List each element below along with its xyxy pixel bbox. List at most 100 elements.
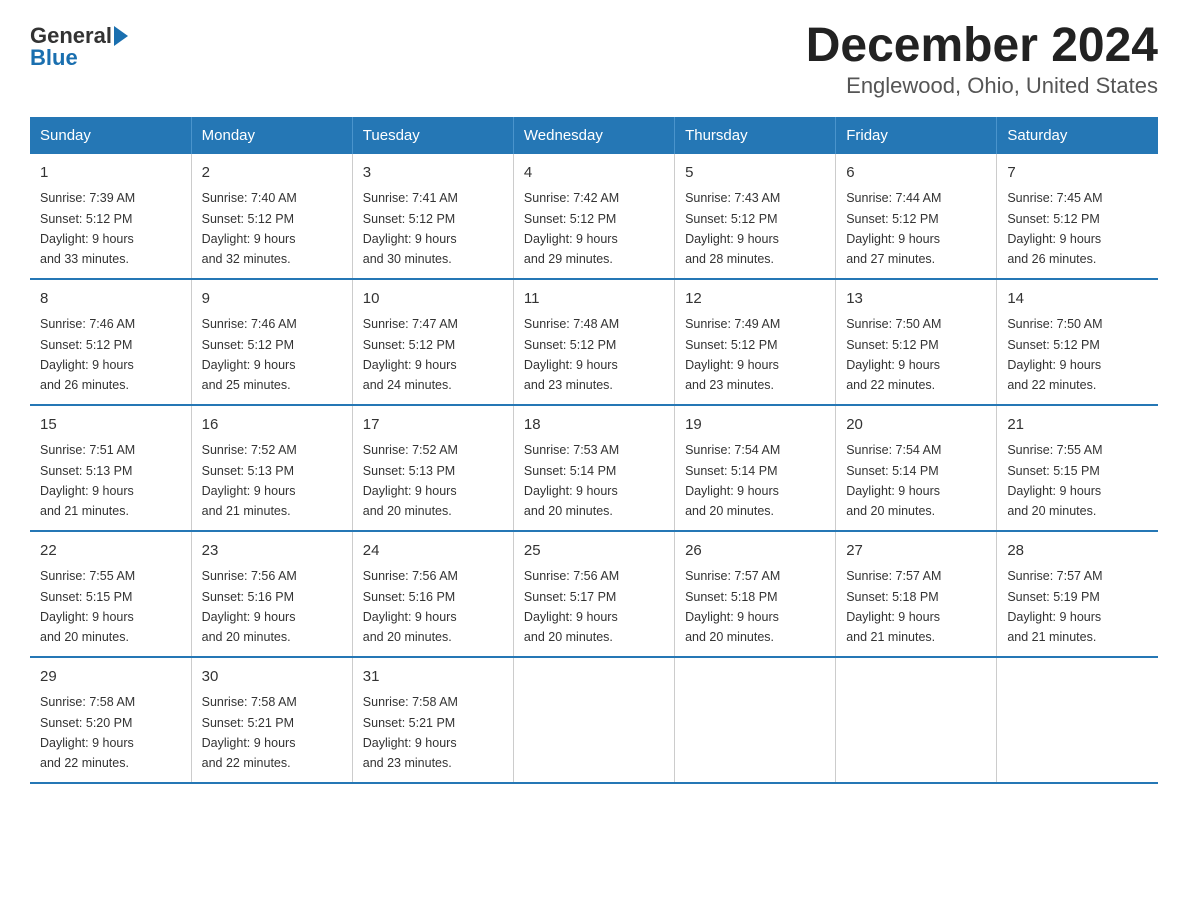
col-monday: Monday bbox=[191, 117, 352, 154]
day-info: Sunrise: 7:57 AMSunset: 5:18 PMDaylight:… bbox=[685, 569, 780, 644]
table-row: 12 Sunrise: 7:49 AMSunset: 5:12 PMDayligh… bbox=[675, 279, 836, 405]
calendar-week-row: 22Sunrise: 7:55 AMSunset: 5:15 PMDayligh… bbox=[30, 531, 1158, 657]
col-wednesday: Wednesday bbox=[513, 117, 674, 154]
day-info: Sunrise: 7:52 AMSunset: 5:13 PMDaylight:… bbox=[363, 443, 458, 518]
day-number: 23 bbox=[202, 540, 342, 563]
day-info: Sunrise: 7:40 AMSunset: 5:12 PMDaylight:… bbox=[202, 191, 297, 266]
calendar-week-row: 15 Sunrise: 7:51 AMSunset: 5:13 PMDayligh… bbox=[30, 405, 1158, 531]
calendar-week-row: 29 Sunrise: 7:58 AMSunset: 5:20 PMDayligh… bbox=[30, 657, 1158, 783]
day-number: 1 bbox=[40, 162, 181, 185]
day-number: 6 bbox=[846, 162, 986, 185]
table-row: 5 Sunrise: 7:43 AMSunset: 5:12 PMDaylight… bbox=[675, 154, 836, 279]
day-info: Sunrise: 7:58 AMSunset: 5:21 PMDaylight:… bbox=[363, 695, 458, 770]
day-number: 12 bbox=[685, 288, 825, 311]
day-number: 16 bbox=[202, 414, 342, 437]
table-row: 8 Sunrise: 7:46 AMSunset: 5:12 PMDaylight… bbox=[30, 279, 191, 405]
logo: General Blue bbox=[30, 20, 128, 70]
day-info: Sunrise: 7:56 AMSunset: 5:16 PMDaylight:… bbox=[202, 569, 297, 644]
day-number: 18 bbox=[524, 414, 664, 437]
calendar-title: December 2024 bbox=[806, 20, 1158, 73]
day-info: Sunrise: 7:51 AMSunset: 5:13 PMDaylight:… bbox=[40, 443, 135, 518]
day-info: Sunrise: 7:44 AMSunset: 5:12 PMDaylight:… bbox=[846, 191, 941, 266]
table-row: 7Sunrise: 7:45 AMSunset: 5:12 PMDaylight… bbox=[997, 154, 1158, 279]
table-row: 1 Sunrise: 7:39 AMSunset: 5:12 PMDaylight… bbox=[30, 154, 191, 279]
table-row: 22Sunrise: 7:55 AMSunset: 5:15 PMDayligh… bbox=[30, 531, 191, 657]
col-tuesday: Tuesday bbox=[352, 117, 513, 154]
day-number: 17 bbox=[363, 414, 503, 437]
day-number: 29 bbox=[40, 666, 181, 689]
day-info: Sunrise: 7:48 AMSunset: 5:12 PMDaylight:… bbox=[524, 317, 619, 392]
table-row bbox=[836, 657, 997, 783]
calendar-table: Sunday Monday Tuesday Wednesday Thursday… bbox=[30, 117, 1158, 784]
logo-general: General bbox=[30, 25, 112, 47]
day-info: Sunrise: 7:46 AMSunset: 5:12 PMDaylight:… bbox=[40, 317, 135, 392]
day-number: 14 bbox=[1007, 288, 1148, 311]
calendar-week-row: 8 Sunrise: 7:46 AMSunset: 5:12 PMDaylight… bbox=[30, 279, 1158, 405]
page-header: General Blue December 2024 Englewood, Oh… bbox=[30, 20, 1158, 99]
table-row: 28 Sunrise: 7:57 AMSunset: 5:19 PMDayligh… bbox=[997, 531, 1158, 657]
logo-arrow-icon bbox=[114, 26, 128, 46]
table-row: 15 Sunrise: 7:51 AMSunset: 5:13 PMDayligh… bbox=[30, 405, 191, 531]
table-row: 31 Sunrise: 7:58 AMSunset: 5:21 PMDayligh… bbox=[352, 657, 513, 783]
col-saturday: Saturday bbox=[997, 117, 1158, 154]
title-block: December 2024 Englewood, Ohio, United St… bbox=[806, 20, 1158, 99]
day-info: Sunrise: 7:47 AMSunset: 5:12 PMDaylight:… bbox=[363, 317, 458, 392]
table-row: 17 Sunrise: 7:52 AMSunset: 5:13 PMDayligh… bbox=[352, 405, 513, 531]
table-row: 20Sunrise: 7:54 AMSunset: 5:14 PMDayligh… bbox=[836, 405, 997, 531]
table-row bbox=[513, 657, 674, 783]
day-info: Sunrise: 7:57 AMSunset: 5:18 PMDaylight:… bbox=[846, 569, 941, 644]
day-info: Sunrise: 7:52 AMSunset: 5:13 PMDaylight:… bbox=[202, 443, 297, 518]
day-number: 5 bbox=[685, 162, 825, 185]
day-info: Sunrise: 7:57 AMSunset: 5:19 PMDaylight:… bbox=[1007, 569, 1102, 644]
table-row: 26 Sunrise: 7:57 AMSunset: 5:18 PMDayligh… bbox=[675, 531, 836, 657]
table-row: 29 Sunrise: 7:58 AMSunset: 5:20 PMDayligh… bbox=[30, 657, 191, 783]
day-info: Sunrise: 7:55 AMSunset: 5:15 PMDaylight:… bbox=[40, 569, 135, 644]
table-row: 3 Sunrise: 7:41 AMSunset: 5:12 PMDaylight… bbox=[352, 154, 513, 279]
day-info: Sunrise: 7:55 AMSunset: 5:15 PMDaylight:… bbox=[1007, 443, 1102, 518]
table-row: 23 Sunrise: 7:56 AMSunset: 5:16 PMDayligh… bbox=[191, 531, 352, 657]
calendar-subtitle: Englewood, Ohio, United States bbox=[806, 73, 1158, 99]
day-number: 26 bbox=[685, 540, 825, 563]
table-row: 25 Sunrise: 7:56 AMSunset: 5:17 PMDayligh… bbox=[513, 531, 674, 657]
table-row: 19 Sunrise: 7:54 AMSunset: 5:14 PMDayligh… bbox=[675, 405, 836, 531]
table-row: 14 Sunrise: 7:50 AMSunset: 5:12 PMDayligh… bbox=[997, 279, 1158, 405]
table-row bbox=[997, 657, 1158, 783]
day-number: 27 bbox=[846, 540, 986, 563]
day-number: 13 bbox=[846, 288, 986, 311]
col-thursday: Thursday bbox=[675, 117, 836, 154]
day-number: 28 bbox=[1007, 540, 1148, 563]
day-info: Sunrise: 7:54 AMSunset: 5:14 PMDaylight:… bbox=[685, 443, 780, 518]
day-info: Sunrise: 7:41 AMSunset: 5:12 PMDaylight:… bbox=[363, 191, 458, 266]
day-info: Sunrise: 7:50 AMSunset: 5:12 PMDaylight:… bbox=[1007, 317, 1102, 392]
logo-blue: Blue bbox=[30, 45, 78, 70]
day-info: Sunrise: 7:56 AMSunset: 5:16 PMDaylight:… bbox=[363, 569, 458, 644]
table-row: 6 Sunrise: 7:44 AMSunset: 5:12 PMDaylight… bbox=[836, 154, 997, 279]
day-number: 30 bbox=[202, 666, 342, 689]
day-number: 7 bbox=[1007, 162, 1148, 185]
day-info: Sunrise: 7:58 AMSunset: 5:20 PMDaylight:… bbox=[40, 695, 135, 770]
table-row: 16 Sunrise: 7:52 AMSunset: 5:13 PMDayligh… bbox=[191, 405, 352, 531]
day-number: 8 bbox=[40, 288, 181, 311]
day-number: 24 bbox=[363, 540, 503, 563]
table-row bbox=[675, 657, 836, 783]
day-info: Sunrise: 7:39 AMSunset: 5:12 PMDaylight:… bbox=[40, 191, 135, 266]
day-number: 25 bbox=[524, 540, 664, 563]
calendar-week-row: 1 Sunrise: 7:39 AMSunset: 5:12 PMDaylight… bbox=[30, 154, 1158, 279]
table-row: 2Sunrise: 7:40 AMSunset: 5:12 PMDaylight… bbox=[191, 154, 352, 279]
day-number: 20 bbox=[846, 414, 986, 437]
table-row: 30 Sunrise: 7:58 AMSunset: 5:21 PMDayligh… bbox=[191, 657, 352, 783]
day-info: Sunrise: 7:56 AMSunset: 5:17 PMDaylight:… bbox=[524, 569, 619, 644]
day-info: Sunrise: 7:58 AMSunset: 5:21 PMDaylight:… bbox=[202, 695, 297, 770]
day-info: Sunrise: 7:43 AMSunset: 5:12 PMDaylight:… bbox=[685, 191, 780, 266]
day-info: Sunrise: 7:49 AMSunset: 5:12 PMDaylight:… bbox=[685, 317, 780, 392]
day-number: 31 bbox=[363, 666, 503, 689]
day-number: 19 bbox=[685, 414, 825, 437]
day-number: 11 bbox=[524, 288, 664, 311]
day-info: Sunrise: 7:46 AMSunset: 5:12 PMDaylight:… bbox=[202, 317, 297, 392]
day-info: Sunrise: 7:50 AMSunset: 5:12 PMDaylight:… bbox=[846, 317, 941, 392]
table-row: 10Sunrise: 7:47 AMSunset: 5:12 PMDayligh… bbox=[352, 279, 513, 405]
calendar-header-row: Sunday Monday Tuesday Wednesday Thursday… bbox=[30, 117, 1158, 154]
col-friday: Friday bbox=[836, 117, 997, 154]
day-number: 15 bbox=[40, 414, 181, 437]
day-number: 3 bbox=[363, 162, 503, 185]
